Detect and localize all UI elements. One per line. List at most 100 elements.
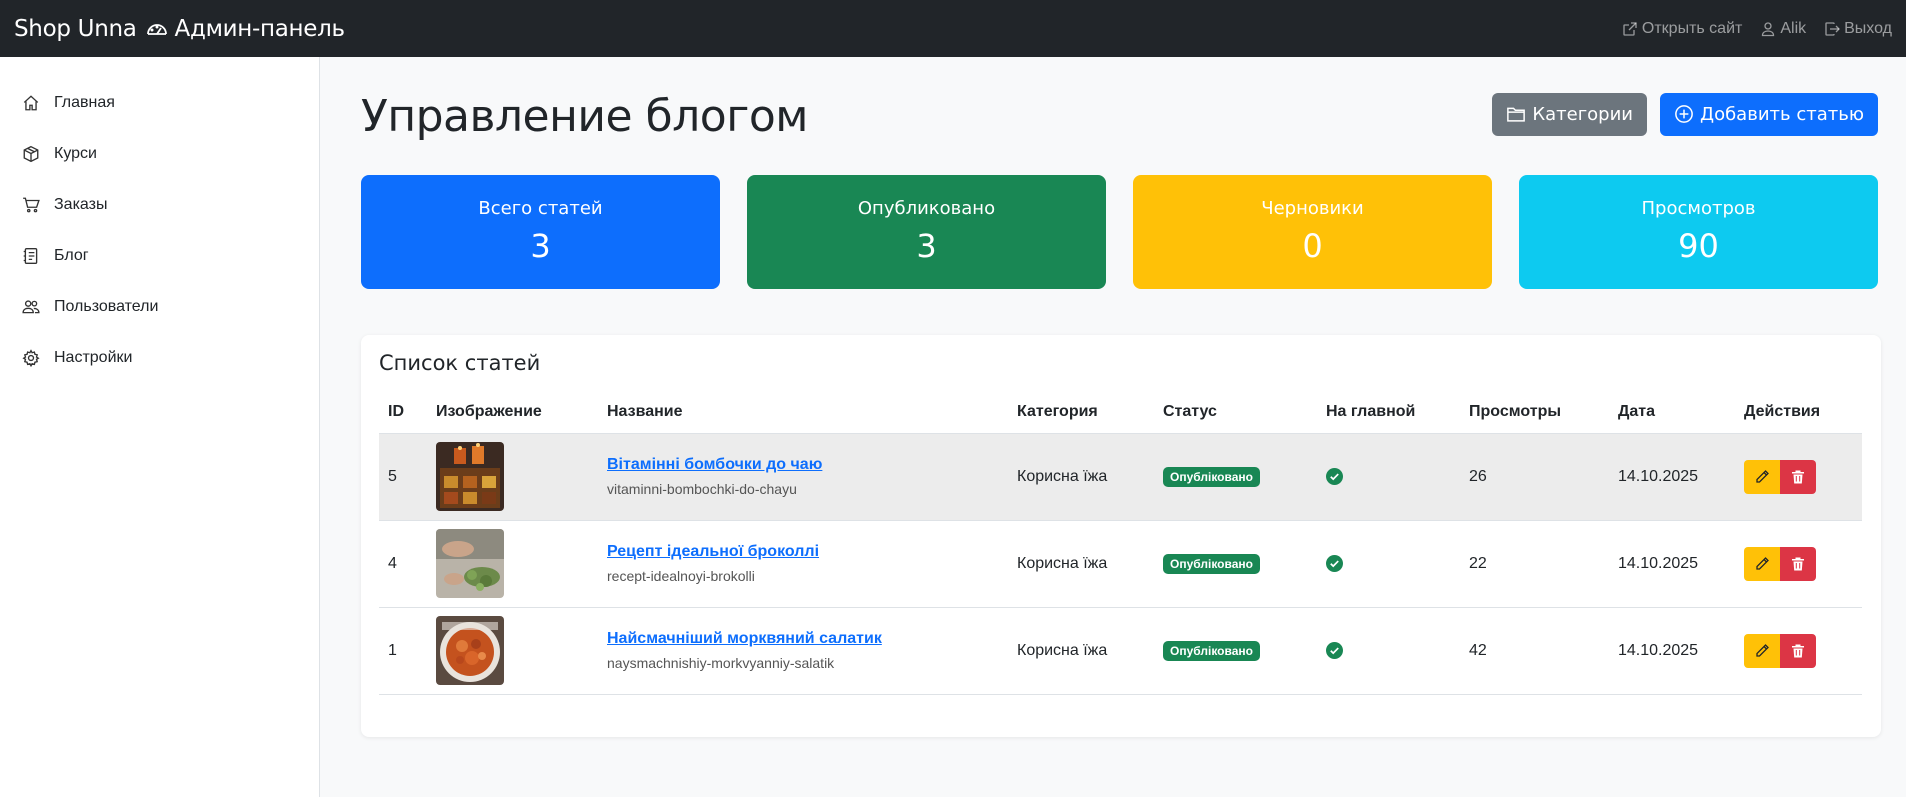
stat-value: 90 [1678,226,1719,265]
trash-icon [1792,644,1804,657]
row-id: 1 [379,607,427,695]
logout-label: Выход [1844,19,1892,37]
external-link-icon [1623,21,1637,36]
title-cell: Найсмачніший морквяний салатик naysmachn… [598,607,1008,695]
article-views: 22 [1460,520,1609,608]
article-category: Корисна їжа [1008,433,1154,521]
article-date: 14.10.2025 [1609,520,1735,608]
article-slug: naysmachnishiy-morkvyanniy-salatik [607,655,835,671]
sidebar-item-label: Заказы [54,195,108,213]
add-article-button[interactable]: Добавить статью [1660,92,1878,136]
featured-cell [1317,433,1460,521]
actions-cell [1735,433,1862,521]
brand[interactable]: Shop Unna Админ-панель [14,16,345,42]
home-icon [23,94,39,110]
sidebar-item-label: Курси [54,144,97,162]
sidebar-item-settings[interactable]: Настройки [0,332,319,383]
column-header-views: Просмотры [1460,391,1609,434]
articles-table: ID Изображение Название Категория Статус… [379,391,1862,695]
delete-button[interactable] [1780,459,1816,494]
featured-cell [1317,607,1460,695]
stat-card-published: Опубликовано 3 [747,175,1106,289]
pencil-icon [1756,643,1769,657]
sidebar-item-label: Настройки [54,348,133,366]
delete-button[interactable] [1780,633,1816,668]
column-header-actions: Действия [1735,391,1862,434]
trash-icon [1792,470,1804,483]
folder-icon [1507,107,1526,122]
actions-cell [1735,607,1862,695]
articles-card: Список статей ID Изображение Название Ка… [361,335,1881,737]
edit-button[interactable] [1744,633,1780,668]
stat-label: Опубликовано [857,197,996,219]
open-site-link[interactable]: Открыть сайт [1622,20,1742,38]
table-header-row: ID Изображение Название Категория Статус… [379,391,1862,434]
article-thumbnail [436,529,504,598]
sidebar-item-orders[interactable]: Заказы [0,179,319,230]
edit-button[interactable] [1744,546,1780,581]
article-category: Корисна їжа [1008,607,1154,695]
people-icon [22,299,40,313]
column-header-image: Изображение [427,391,598,434]
article-views: 42 [1460,607,1609,695]
check-circle-icon [1326,468,1343,485]
cart-icon [23,197,40,212]
categories-button-label: Категории [1532,103,1633,125]
table-row: 4 Рецепт ідеальної броколлі recept-ideal… [379,520,1862,608]
pencil-icon [1756,556,1769,570]
edit-button[interactable] [1744,459,1780,494]
column-header-category: Категория [1008,391,1154,434]
logout-icon [1825,21,1841,36]
sidebar-item-label: Главная [54,93,115,111]
speedometer-icon [145,17,169,41]
stat-card-drafts: Черновики 0 [1133,175,1492,289]
table-row: 5 Вітамінні бомбочки до чаю vitaminni-bo… [379,433,1862,521]
user-name: Alik [1780,19,1807,37]
article-title-link[interactable]: Найсмачніший морквяний салатик [607,630,999,648]
brand-name: Shop Unna [14,15,137,42]
check-circle-icon [1326,555,1343,572]
sidebar-item-label: Блог [54,246,89,264]
article-title-link[interactable]: Вітамінні бомбочки до чаю [607,456,999,474]
person-icon [1762,21,1775,36]
status-cell: Опубліковано [1154,607,1317,695]
brand-subtitle: Админ-панель [174,15,346,42]
top-navbar: Shop Unna Админ-панель Открыть сайт Alik… [0,0,1906,57]
stat-value: 3 [530,226,551,265]
card-title: Список статей [379,351,541,375]
title-cell: Рецепт ідеальної броколлі recept-idealno… [598,520,1008,608]
plus-circle-icon [1675,105,1693,123]
column-header-title: Название [598,391,1008,434]
gear-icon [22,348,40,367]
thumbnail-cell [427,520,598,608]
sidebar-item-home[interactable]: Главная [0,77,319,128]
delete-button[interactable] [1780,546,1816,581]
stat-label: Всего статей [478,197,603,219]
column-header-featured: На главной [1317,391,1460,434]
stats-row: Всего статей 3 Опубликовано 3 Черновики … [361,175,1878,289]
open-site-label: Открыть сайт [1641,19,1743,37]
article-slug: vitaminni-bombochki-do-chayu [607,481,797,497]
stat-card-total: Всего статей 3 [361,175,720,289]
user-link[interactable]: Alik [1760,20,1806,38]
pencil-icon [1756,469,1769,483]
column-header-status: Статус [1154,391,1317,434]
row-id: 4 [379,520,427,608]
sidebar-item-blog[interactable]: Блог [0,230,319,281]
logout-link[interactable]: Выход [1824,20,1892,38]
stat-label: Просмотров [1641,197,1756,219]
stat-value: 3 [916,226,937,265]
article-title-link[interactable]: Рецепт ідеальної броколлі [607,543,999,561]
sidebar-item-users[interactable]: Пользователи [0,281,319,332]
title-cell: Вітамінні бомбочки до чаю vitaminni-bomb… [598,433,1008,521]
stat-label: Черновики [1261,197,1364,219]
sidebar: Главная Курси Заказы Блог Пользователи Н… [0,57,320,797]
status-badge: Опубліковано [1163,466,1260,487]
box-icon [23,145,39,162]
categories-button[interactable]: Категории [1492,92,1647,136]
page-title: Управление блогом [361,91,808,142]
stat-value: 0 [1302,226,1323,265]
column-header-id: ID [379,391,427,434]
check-circle-icon [1326,642,1343,659]
sidebar-item-courses[interactable]: Курси [0,128,319,179]
